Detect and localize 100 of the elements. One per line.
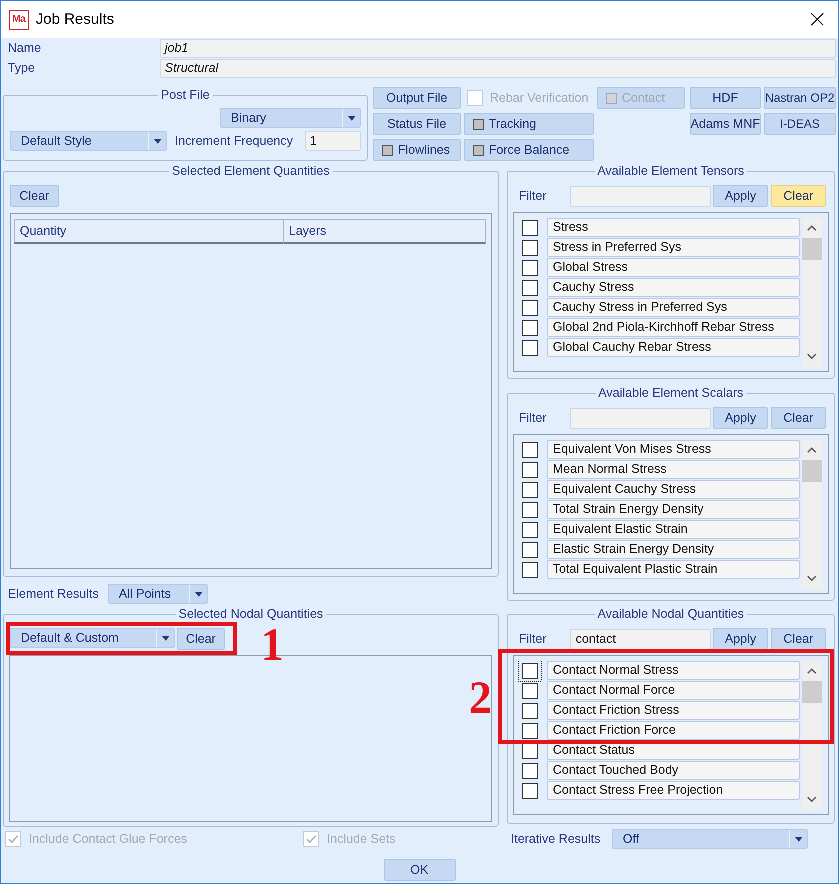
list-item[interactable]: Stress (547, 218, 800, 237)
apply-button[interactable]: Apply (713, 407, 768, 429)
chevron-up-icon (807, 447, 817, 453)
list-item[interactable]: Contact Stress Free Projection (547, 781, 800, 800)
checkbox[interactable] (522, 462, 538, 478)
list-item[interactable]: Contact Touched Body (547, 761, 800, 780)
checkbox[interactable] (522, 542, 538, 558)
caret-icon (348, 116, 356, 120)
caret-icon (154, 138, 162, 144)
clear-button[interactable]: Clear (771, 628, 826, 650)
scrollbar-thumb[interactable] (802, 460, 822, 482)
column-header[interactable]: Quantity (14, 219, 284, 244)
checkmark-icon (8, 834, 18, 844)
text-field[interactable]: Structural (160, 59, 836, 78)
apply-button[interactable]: Apply (713, 628, 768, 650)
option-button[interactable]: HDF (690, 87, 761, 109)
checkbox[interactable] (522, 762, 538, 778)
checkbox[interactable] (522, 340, 538, 356)
clear-button[interactable]: Clear (177, 628, 225, 650)
caret-icon (194, 592, 202, 596)
filter-field[interactable] (570, 408, 712, 428)
toggle-button[interactable]: Flowlines (373, 139, 461, 161)
list-item[interactable]: Global Stress (547, 258, 800, 277)
chevron-down-icon (807, 797, 817, 803)
checkbox[interactable] (522, 522, 538, 538)
field-label: Iterative Results (510, 830, 602, 848)
iterative-dropdown[interactable]: Off (612, 829, 808, 849)
section-title: Available Element Scalars (598, 386, 744, 401)
checkbox[interactable] (522, 260, 538, 276)
list-item[interactable]: Equivalent Cauchy Stress (547, 480, 800, 499)
style-dropdown[interactable]: Default Style (10, 131, 167, 151)
checkbox[interactable] (522, 220, 538, 236)
option-button[interactable]: Status File (373, 113, 461, 135)
results-dropdown[interactable]: All Points (108, 584, 208, 604)
app-logo: Ma (9, 10, 29, 30)
chevron-up-icon (807, 668, 817, 674)
checkbox[interactable] (522, 682, 538, 698)
field-label: Type (7, 60, 36, 77)
list-item[interactable]: Equivalent Von Mises Stress (547, 440, 800, 459)
checkbox[interactable] (522, 300, 538, 316)
scrollbar-thumb[interactable] (802, 238, 822, 260)
checkbox[interactable] (522, 702, 538, 718)
list-item[interactable]: Elastic Strain Energy Density (547, 540, 800, 559)
preset-dropdown[interactable]: Default & Custom (10, 628, 175, 648)
list-item[interactable]: Contact Normal Force (547, 681, 800, 700)
apply-button[interactable]: Apply (713, 185, 768, 207)
filter-label: Filter (518, 188, 548, 204)
caret-icon (162, 636, 170, 640)
clear-button[interactable]: Clear (10, 185, 59, 207)
toggle-button[interactable]: Force Balance (464, 139, 594, 161)
option-button[interactable]: Output File (373, 87, 461, 109)
format-dropdown[interactable]: Binary (220, 108, 361, 128)
clear-button[interactable]: Clear (771, 407, 826, 429)
checkbox[interactable] (522, 502, 538, 518)
list-item[interactable]: Stress in Preferred Sys (547, 238, 800, 257)
scrollbar[interactable] (802, 661, 822, 810)
section-title: Selected Element Quantities (171, 164, 331, 179)
checkbox[interactable] (522, 742, 538, 758)
annotation-number: 2 (469, 675, 492, 721)
toggle-button[interactable]: Tracking (464, 113, 594, 135)
checkbox[interactable] (522, 562, 538, 578)
list-item[interactable]: Total Equivalent Plastic Strain (547, 560, 800, 579)
list-item[interactable]: Cauchy Stress (547, 278, 800, 297)
option-button[interactable]: I-DEAS (764, 113, 836, 135)
chevron-down-icon (807, 576, 817, 582)
list-item[interactable]: Contact Friction Stress (547, 701, 800, 720)
filter-field[interactable]: contact (570, 628, 712, 650)
text-field[interactable]: job1 (160, 39, 836, 58)
list-item[interactable]: Equivalent Elastic Strain (547, 520, 800, 539)
close-button[interactable] (809, 11, 826, 28)
option-button[interactable]: Adams MNF (690, 113, 761, 135)
scrollbar[interactable] (802, 218, 822, 367)
filter-label: Filter (518, 410, 548, 426)
scrollbar-thumb[interactable] (802, 681, 822, 703)
list-item[interactable]: Contact Friction Force (547, 721, 800, 740)
scrollbar[interactable] (802, 440, 822, 589)
checkbox[interactable] (522, 320, 538, 336)
checkbox[interactable] (518, 661, 542, 682)
option-button[interactable]: Nastran OP2 (764, 87, 836, 109)
section-title: Available Nodal Quantities (596, 607, 746, 622)
checkbox[interactable] (522, 240, 538, 256)
checkbox[interactable] (522, 722, 538, 738)
filter-label: Filter (518, 630, 548, 648)
clear-button[interactable]: Clear (771, 185, 826, 207)
checkbox[interactable] (522, 782, 538, 798)
checkbox[interactable] (522, 280, 538, 296)
number-field[interactable]: 1 (305, 131, 361, 151)
filter-field[interactable] (570, 186, 712, 206)
window-title: Job Results (36, 10, 114, 30)
checkbox[interactable] (522, 482, 538, 498)
list-item[interactable]: Global Cauchy Rebar Stress (547, 338, 800, 357)
checkbox[interactable] (522, 442, 538, 458)
section-title: Available Element Tensors (596, 164, 746, 179)
list-item[interactable]: Total Strain Energy Density (547, 500, 800, 519)
list-item[interactable]: Cauchy Stress in Preferred Sys (547, 298, 800, 317)
list-item[interactable]: Contact Normal Stress (547, 661, 800, 680)
column-header[interactable]: Layers (284, 219, 486, 244)
list-item[interactable]: Global 2nd Piola-Kirchhoff Rebar Stress (547, 318, 800, 337)
ok-button[interactable]: OK (384, 859, 456, 881)
list-item[interactable]: Mean Normal Stress (547, 460, 800, 479)
